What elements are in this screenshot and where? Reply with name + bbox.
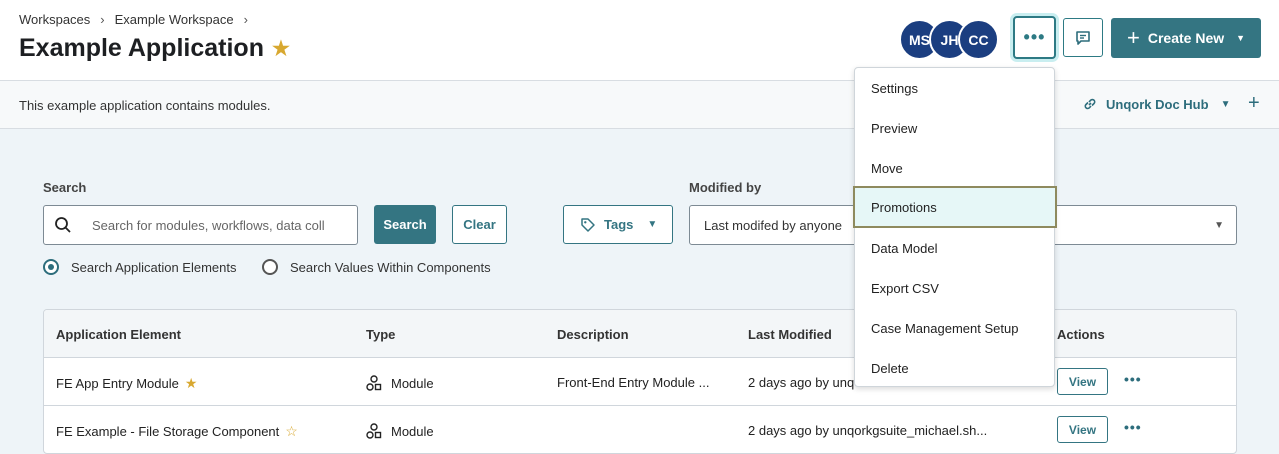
chevron-right-icon: › [100,12,105,27]
type-cell: Module [366,423,434,439]
doc-hub-label: Unqork Doc Hub [1106,96,1209,112]
page-header: Workspaces › Example Workspace › Example… [0,0,1279,81]
radio-unchecked-icon[interactable] [262,259,278,275]
last-modified-cell: 2 days ago by unqorkgsuite_michael.sh... [748,423,988,438]
type-cell: Module [366,375,434,391]
search-label: Search [43,180,87,195]
search-button[interactable]: Search [374,205,436,244]
type-value: Module [391,375,434,391]
search-field[interactable] [43,205,358,245]
column-header[interactable]: Application Element [56,327,181,342]
view-button[interactable]: View [1057,416,1108,443]
star-icon[interactable]: ★ [185,375,198,392]
search-input[interactable] [92,217,342,233]
menu-item-delete[interactable]: Delete [855,348,1054,388]
more-options-button[interactable]: ••• [1013,16,1056,59]
page-title-text: Example Application [19,34,264,62]
tags-filter-button[interactable]: Tags ▼ [563,205,673,244]
modified-by-label: Modified by [689,180,762,195]
column-header[interactable]: Description [557,327,629,342]
tags-label: Tags [604,217,634,232]
plus-icon[interactable]: + [1248,92,1260,115]
star-icon[interactable]: ★ [272,36,290,61]
column-header: Actions [1057,327,1105,342]
caret-down-icon: ▼ [1236,33,1246,43]
breadcrumb-workspaces[interactable]: Workspaces [19,12,90,27]
more-options-menu: Settings Preview Move Promotions Data Mo… [853,67,1057,388]
chat-icon [1076,30,1090,45]
menu-item-case-management-setup[interactable]: Case Management Setup [855,308,1054,348]
description-cell: Front-End Entry Module ... [557,375,710,390]
search-icon [55,217,71,233]
clear-button[interactable]: Clear [452,205,507,244]
radio-label: Search Values Within Components [290,259,491,275]
comments-button[interactable] [1063,18,1103,57]
plus-icon: + [1127,25,1140,50]
ellipsis-icon: ••• [1023,27,1046,47]
caret-down-icon[interactable]: ▼ [1221,99,1231,110]
element-name-cell[interactable]: FE App Entry Module ★ [56,375,197,392]
app-description: This example application contains module… [19,98,271,113]
element-name[interactable]: FE Example - File Storage Component [56,424,279,439]
breadcrumb-example-workspace[interactable]: Example Workspace [115,12,234,27]
caret-down-icon: ▼ [647,219,658,230]
star-outline-icon[interactable]: ☆ [285,423,298,440]
module-icon [366,423,382,439]
element-name[interactable]: FE App Entry Module [56,376,179,391]
description-bar: This example application contains module… [0,81,1279,129]
menu-item-move[interactable]: Move [855,148,1054,188]
row-more-icon[interactable]: ••• [1124,371,1142,387]
view-button[interactable]: View [1057,368,1108,395]
tag-icon [581,217,595,232]
row-more-icon[interactable]: ••• [1124,419,1142,435]
page-title: Example Application ★ [19,34,290,63]
menu-item-data-model[interactable]: Data Model [855,228,1054,268]
breadcrumb: Workspaces › Example Workspace › [19,12,258,27]
column-header[interactable]: Type [366,327,395,342]
type-value: Module [391,423,434,439]
avatar-group: MS JH CC [899,19,1009,61]
chevron-right-icon: › [243,12,248,27]
avatar[interactable]: CC [958,19,999,60]
doc-hub-link[interactable]: Unqork Doc Hub ▼ [1082,96,1230,112]
module-icon [366,375,382,391]
radio-checked-icon[interactable] [43,259,59,275]
radio-search-application[interactable]: Search Application Elements [43,259,236,275]
last-modified-cell: 2 days ago by unq [748,375,855,390]
create-new-label: Create New [1147,30,1225,46]
menu-item-settings[interactable]: Settings [855,68,1054,108]
menu-item-preview[interactable]: Preview [855,108,1054,148]
radio-search-components[interactable]: Search Values Within Components [262,259,491,275]
create-new-button[interactable]: + Create New ▼ [1111,18,1261,58]
modified-by-value: Last modifed by anyone [704,217,843,233]
menu-item-promotions[interactable]: Promotions [853,186,1057,228]
elements-table: Application Element Type Description Las… [43,309,1237,454]
radio-label: Search Application Elements [71,259,237,275]
table-row[interactable]: FE Example - File Storage Component ☆ Mo… [44,406,1236,453]
column-header[interactable]: Last Modified [748,327,832,342]
caret-down-icon: ▼ [1214,219,1224,231]
link-icon [1084,98,1096,110]
table-row[interactable]: FE App Entry Module ★ Module Front-End E… [44,358,1236,406]
menu-item-export-csv[interactable]: Export CSV [855,268,1054,308]
table-header: Application Element Type Description Las… [44,310,1236,358]
element-name-cell[interactable]: FE Example - File Storage Component ☆ [56,423,298,440]
